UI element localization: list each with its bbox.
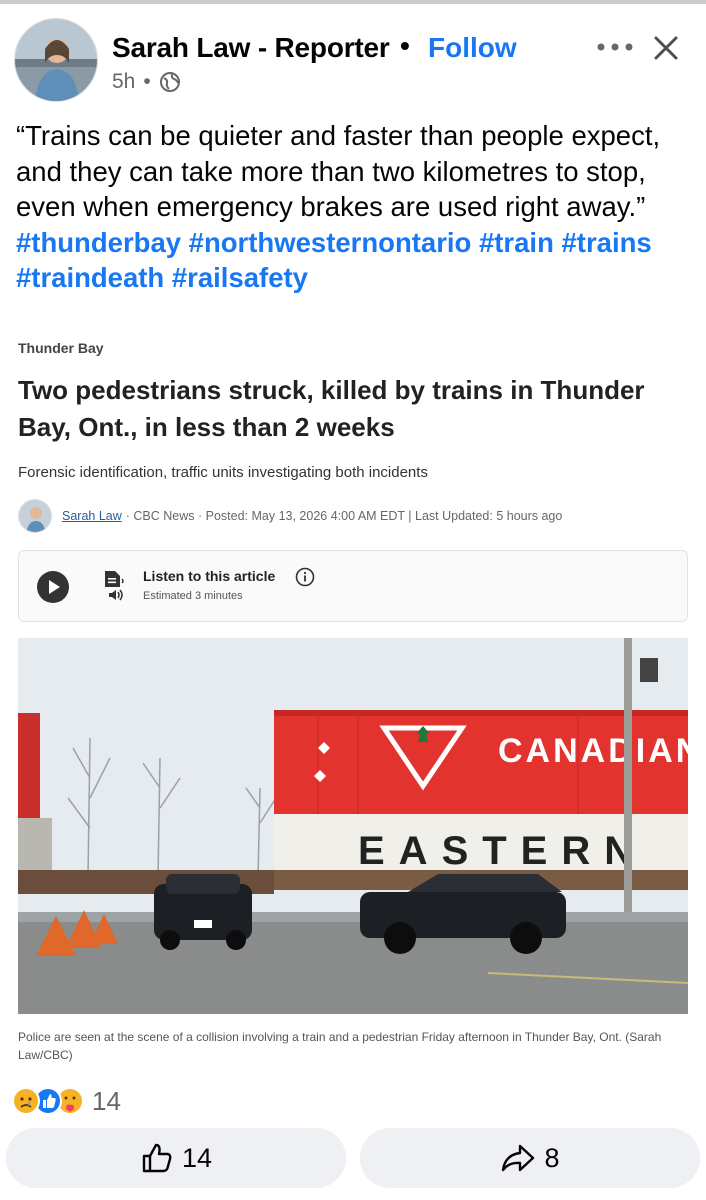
article-photo: CANADIAN T EASTERN [18,638,688,1014]
listen-widget: Listen to this article Estimated 3 minut… [18,550,688,622]
share-button[interactable]: 8 [360,1128,700,1188]
audio-document-icon [105,571,124,601]
photo-container-text: CANADIAN T [498,732,688,770]
close-icon[interactable] [652,34,680,62]
post-header: Sarah Law - Reporter • Follow 5h • [0,14,706,104]
like-count: 14 [181,1142,213,1173]
like-button[interactable]: 14 [6,1128,346,1188]
hashtag-link[interactable]: #train [479,227,554,258]
article-byline: Sarah Law · CBC News · Posted: May 13, 2… [18,498,562,534]
reaction-count: 14 [92,1085,121,1116]
article-section: Thunder Bay [18,340,104,356]
post-text: “Trains can be quieter and faster than p… [16,118,696,296]
meta-dot: • [143,70,151,93]
reaction-summary[interactable]: 14 [12,1086,121,1116]
author-name[interactable]: Sarah Law - Reporter [112,32,390,64]
hashtag-link[interactable]: #traindeath [16,262,164,293]
globe-icon [159,72,180,92]
info-icon [295,567,315,587]
play-icon [37,571,69,603]
article-subtitle: Forensic identification, traffic units i… [18,464,428,481]
post-meta: 5h • [112,70,181,94]
thumbs-up-icon [142,1143,172,1173]
listen-title: Listen to this article [143,568,276,584]
top-divider [0,0,706,4]
hashtag-link[interactable]: #northwesternontario [189,227,472,258]
photo-container-text-2: EASTERN [358,829,647,873]
sad-reaction-icon [12,1087,40,1115]
listen-estimate: Estimated 3 minutes [143,590,243,602]
post-time[interactable]: 5h [112,70,135,94]
byline-details: · CBC News · Posted: May 13, 2026 4:00 A… [125,509,563,523]
hashtag-link[interactable]: #trains [562,227,652,258]
author-avatar[interactable] [14,18,98,102]
post-quote: “Trains can be quieter and faster than p… [16,120,661,222]
hashtag-link[interactable]: #thunderbay [16,227,181,258]
name-separator: • [400,30,410,61]
byline-avatar [18,499,52,533]
article-title: Two pedestrians struck, killed by trains… [18,375,645,442]
article-screenshot[interactable]: Thunder Bay Two pedestrians struck, kill… [16,322,690,1082]
share-arrow-icon [502,1144,535,1172]
hashtag-link[interactable]: #railsafety [172,262,308,293]
share-count: 8 [544,1142,560,1173]
follow-button[interactable]: Follow [428,32,517,64]
byline-author: Sarah Law [62,509,122,523]
more-options-icon[interactable] [596,40,634,54]
photo-caption: Police are seen at the scene of a collis… [18,1030,662,1062]
